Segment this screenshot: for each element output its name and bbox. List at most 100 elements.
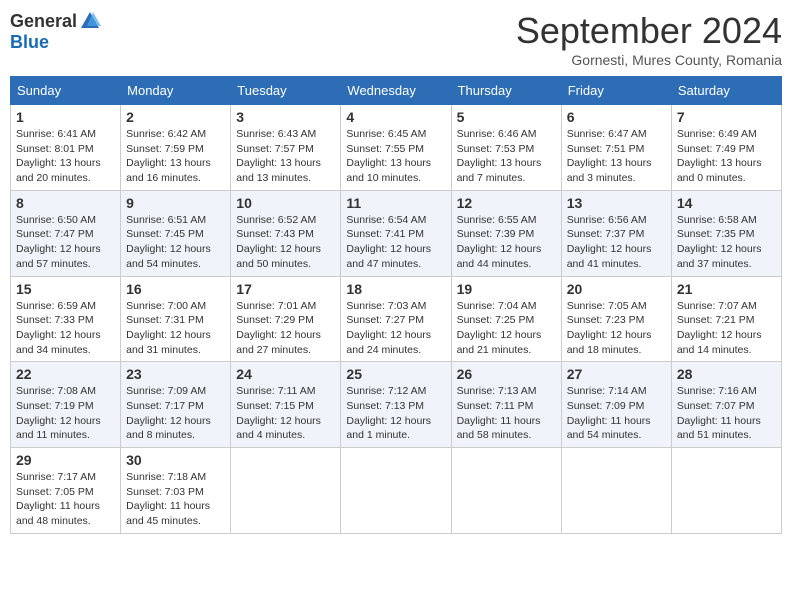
day-detail: Sunrise: 6:43 AMSunset: 7:57 PMDaylight:…: [236, 127, 335, 186]
logo-icon: [79, 10, 101, 32]
calendar-day-cell: 25 Sunrise: 7:12 AMSunset: 7:13 PMDayligh…: [341, 362, 451, 448]
day-number: 9: [126, 195, 225, 211]
calendar-day-cell: 20 Sunrise: 7:05 AMSunset: 7:23 PMDayligh…: [561, 276, 671, 362]
day-header-thursday: Thursday: [451, 77, 561, 105]
day-number: 1: [16, 109, 115, 125]
day-detail: Sunrise: 6:52 AMSunset: 7:43 PMDaylight:…: [236, 213, 335, 272]
day-detail: Sunrise: 7:07 AMSunset: 7:21 PMDaylight:…: [677, 299, 776, 358]
day-detail: Sunrise: 7:09 AMSunset: 7:17 PMDaylight:…: [126, 384, 225, 443]
calendar-day-cell: 15 Sunrise: 6:59 AMSunset: 7:33 PMDayligh…: [11, 276, 121, 362]
month-title: September 2024: [516, 10, 782, 52]
day-detail: Sunrise: 7:00 AMSunset: 7:31 PMDaylight:…: [126, 299, 225, 358]
day-detail: Sunrise: 6:45 AMSunset: 7:55 PMDaylight:…: [346, 127, 445, 186]
day-detail: Sunrise: 7:05 AMSunset: 7:23 PMDaylight:…: [567, 299, 666, 358]
day-number: 2: [126, 109, 225, 125]
day-detail: Sunrise: 6:46 AMSunset: 7:53 PMDaylight:…: [457, 127, 556, 186]
day-detail: Sunrise: 6:55 AMSunset: 7:39 PMDaylight:…: [457, 213, 556, 272]
day-number: 8: [16, 195, 115, 211]
calendar-day-cell: 24 Sunrise: 7:11 AMSunset: 7:15 PMDayligh…: [231, 362, 341, 448]
calendar-day-cell: 6Sunrise: 6:47 AMSunset: 7:51 PMDaylight…: [561, 105, 671, 191]
day-number: 7: [677, 109, 776, 125]
day-detail: Sunrise: 7:08 AMSunset: 7:19 PMDaylight:…: [16, 384, 115, 443]
day-number: 30: [126, 452, 225, 468]
day-detail: Sunrise: 7:12 AMSunset: 7:13 PMDaylight:…: [346, 384, 445, 443]
calendar-week-row: 1 Sunrise: 6:41 AMSunset: 8:01 PMDaylight…: [11, 105, 782, 191]
day-detail: Sunrise: 7:03 AMSunset: 7:27 PMDaylight:…: [346, 299, 445, 358]
day-number: 16: [126, 281, 225, 297]
calendar-day-cell: 22 Sunrise: 7:08 AMSunset: 7:19 PMDayligh…: [11, 362, 121, 448]
day-detail: Sunrise: 7:11 AMSunset: 7:15 PMDaylight:…: [236, 384, 335, 443]
calendar-day-cell: 27 Sunrise: 7:14 AMSunset: 7:09 PMDayligh…: [561, 362, 671, 448]
calendar-day-cell: 13 Sunrise: 6:56 AMSunset: 7:37 PMDayligh…: [561, 190, 671, 276]
day-number: 20: [567, 281, 666, 297]
day-number: 6: [567, 109, 666, 125]
day-detail: Sunrise: 6:51 AMSunset: 7:45 PMDaylight:…: [126, 213, 225, 272]
empty-cell: [341, 448, 451, 534]
calendar: SundayMondayTuesdayWednesdayThursdayFrid…: [10, 76, 782, 534]
calendar-day-cell: 1 Sunrise: 6:41 AMSunset: 8:01 PMDaylight…: [11, 105, 121, 191]
day-detail: Sunrise: 6:59 AMSunset: 7:33 PMDaylight:…: [16, 299, 115, 358]
day-number: 5: [457, 109, 556, 125]
day-header-monday: Monday: [121, 77, 231, 105]
title-area: September 2024 Gornesti, Mures County, R…: [516, 10, 782, 68]
day-detail: Sunrise: 6:56 AMSunset: 7:37 PMDaylight:…: [567, 213, 666, 272]
day-header-sunday: Sunday: [11, 77, 121, 105]
day-detail: Sunrise: 6:41 AMSunset: 8:01 PMDaylight:…: [16, 127, 115, 186]
day-detail: Sunrise: 7:14 AMSunset: 7:09 PMDaylight:…: [567, 384, 666, 443]
day-detail: Sunrise: 6:50 AMSunset: 7:47 PMDaylight:…: [16, 213, 115, 272]
day-header-saturday: Saturday: [671, 77, 781, 105]
day-header-friday: Friday: [561, 77, 671, 105]
day-number: 4: [346, 109, 445, 125]
day-number: 29: [16, 452, 115, 468]
calendar-day-cell: 23Sunrise: 7:09 AMSunset: 7:17 PMDayligh…: [121, 362, 231, 448]
day-number: 22: [16, 366, 115, 382]
empty-cell: [231, 448, 341, 534]
day-number: 18: [346, 281, 445, 297]
empty-cell: [561, 448, 671, 534]
calendar-day-cell: 17Sunrise: 7:01 AMSunset: 7:29 PMDayligh…: [231, 276, 341, 362]
calendar-day-cell: 30 Sunrise: 7:18 AMSunset: 7:03 PMDayligh…: [121, 448, 231, 534]
day-number: 11: [346, 195, 445, 211]
calendar-day-cell: 5 Sunrise: 6:46 AMSunset: 7:53 PMDaylight…: [451, 105, 561, 191]
day-detail: Sunrise: 6:54 AMSunset: 7:41 PMDaylight:…: [346, 213, 445, 272]
calendar-week-row: 29 Sunrise: 7:17 AMSunset: 7:05 PMDayligh…: [11, 448, 782, 534]
day-detail: Sunrise: 7:01 AMSunset: 7:29 PMDaylight:…: [236, 299, 335, 358]
day-detail: Sunrise: 7:17 AMSunset: 7:05 PMDaylight:…: [16, 470, 115, 529]
day-number: 28: [677, 366, 776, 382]
location-title: Gornesti, Mures County, Romania: [516, 52, 782, 68]
calendar-day-cell: 21 Sunrise: 7:07 AMSunset: 7:21 PMDayligh…: [671, 276, 781, 362]
calendar-day-cell: 26Sunrise: 7:13 AMSunset: 7:11 PMDayligh…: [451, 362, 561, 448]
calendar-day-cell: 29 Sunrise: 7:17 AMSunset: 7:05 PMDayligh…: [11, 448, 121, 534]
day-number: 19: [457, 281, 556, 297]
calendar-week-row: 22 Sunrise: 7:08 AMSunset: 7:19 PMDayligh…: [11, 362, 782, 448]
day-detail: Sunrise: 7:18 AMSunset: 7:03 PMDaylight:…: [126, 470, 225, 529]
day-detail: Sunrise: 7:04 AMSunset: 7:25 PMDaylight:…: [457, 299, 556, 358]
day-number: 14: [677, 195, 776, 211]
empty-cell: [451, 448, 561, 534]
calendar-day-cell: 19 Sunrise: 7:04 AMSunset: 7:25 PMDayligh…: [451, 276, 561, 362]
day-number: 15: [16, 281, 115, 297]
day-detail: Sunrise: 7:16 AMSunset: 7:07 PMDaylight:…: [677, 384, 776, 443]
day-number: 3: [236, 109, 335, 125]
logo-general-text: General: [10, 11, 77, 32]
day-header-wednesday: Wednesday: [341, 77, 451, 105]
day-number: 21: [677, 281, 776, 297]
calendar-week-row: 15 Sunrise: 6:59 AMSunset: 7:33 PMDayligh…: [11, 276, 782, 362]
day-number: 24: [236, 366, 335, 382]
calendar-day-cell: 7Sunrise: 6:49 AMSunset: 7:49 PMDaylight…: [671, 105, 781, 191]
calendar-day-cell: 18 Sunrise: 7:03 AMSunset: 7:27 PMDayligh…: [341, 276, 451, 362]
logo-blue-text: Blue: [10, 32, 49, 53]
day-number: 25: [346, 366, 445, 382]
calendar-day-cell: 28 Sunrise: 7:16 AMSunset: 7:07 PMDayligh…: [671, 362, 781, 448]
calendar-day-cell: 2 Sunrise: 6:42 AMSunset: 7:59 PMDaylight…: [121, 105, 231, 191]
calendar-day-cell: 4 Sunrise: 6:45 AMSunset: 7:55 PMDaylight…: [341, 105, 451, 191]
day-number: 10: [236, 195, 335, 211]
day-number: 13: [567, 195, 666, 211]
calendar-header-row: SundayMondayTuesdayWednesdayThursdayFrid…: [11, 77, 782, 105]
day-number: 26: [457, 366, 556, 382]
calendar-day-cell: 10 Sunrise: 6:52 AMSunset: 7:43 PMDayligh…: [231, 190, 341, 276]
day-number: 27: [567, 366, 666, 382]
day-number: 12: [457, 195, 556, 211]
calendar-day-cell: 11 Sunrise: 6:54 AMSunset: 7:41 PMDayligh…: [341, 190, 451, 276]
day-detail: Sunrise: 6:42 AMSunset: 7:59 PMDaylight:…: [126, 127, 225, 186]
